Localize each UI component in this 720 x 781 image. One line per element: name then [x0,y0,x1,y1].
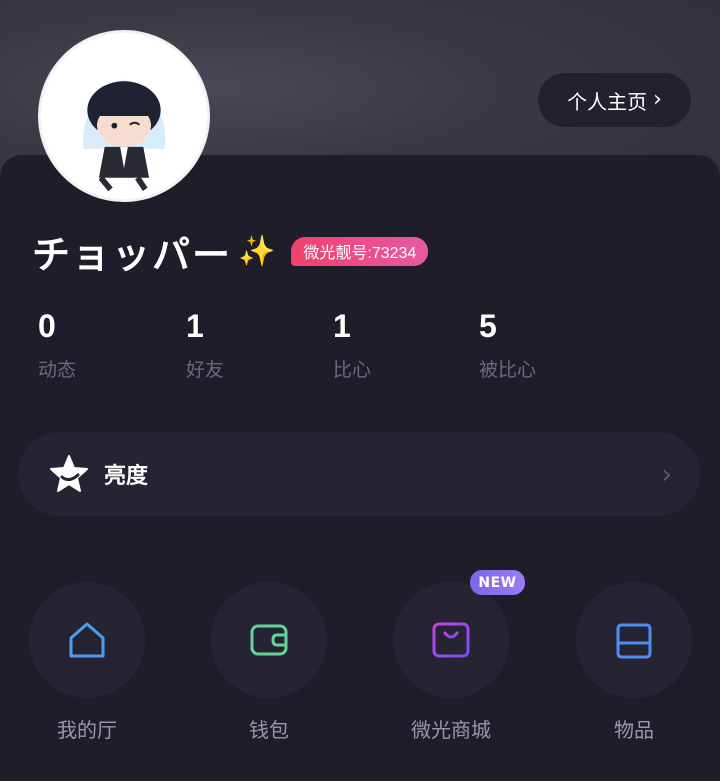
tile-label: 钱包 [249,718,289,742]
stat-value: 0 [38,308,56,344]
tile-label: 我的厅 [57,718,117,742]
tile-wallet[interactable]: 钱包 [209,582,329,743]
stat-hearts-received[interactable]: 5 被比心 [479,308,536,382]
stats-row: 0 动态 1 好友 1 比心 5 被比心 [38,308,638,388]
tile-icon-circle [576,582,692,698]
stat-value: 5 [479,308,497,344]
stat-label: 比心 [333,359,372,381]
tile-my-hall[interactable]: 我的厅 [27,582,147,743]
stat-friends[interactable]: 1 好友 [186,308,224,382]
avatar-image [41,33,207,199]
stat-value: 1 [333,308,351,344]
user-name: チョッパー [32,232,233,277]
tile-label: 微光商城 [411,718,491,742]
star-icon [50,455,88,492]
storage-box-icon [616,623,652,659]
chevron-right-icon: › [653,87,662,112]
sparkle-icon: ✨ [238,233,276,269]
feature-tiles: 我的厅 钱包 微光商城 物品 [0,582,720,742]
stat-label: 被比心 [479,359,537,381]
stat-posts[interactable]: 0 动态 [38,308,76,382]
stat-hearts-given[interactable]: 1 比心 [333,308,371,382]
avatar[interactable] [38,30,210,202]
stat-value: 1 [186,308,204,344]
wallet-icon [250,624,288,656]
tile-icon-circle [393,582,509,698]
tile-shop[interactable]: 微光商城 [391,582,511,743]
id-badge[interactable]: 微光靓号:73234 [291,236,429,266]
tile-icon-circle [29,582,145,698]
tile-label: 物品 [614,718,654,742]
shop-bag-icon [432,622,470,658]
personal-homepage-button[interactable]: 个人主页 › [538,73,691,127]
stat-label: 动态 [38,359,77,381]
tile-items[interactable]: 物品 [574,582,694,743]
stat-label: 好友 [186,359,225,381]
tile-icon-circle [211,582,327,698]
brightness-label: 亮度 [104,464,149,489]
brightness-row[interactable]: 亮度 › [18,432,700,516]
name-row: チョッパー ✨ 微光靓号:73234 [32,226,429,277]
new-badge: NEW [470,570,525,595]
home-icon [69,622,105,658]
chevron-right-icon: › [661,460,672,490]
personal-homepage-label: 个人主页 [567,89,648,114]
